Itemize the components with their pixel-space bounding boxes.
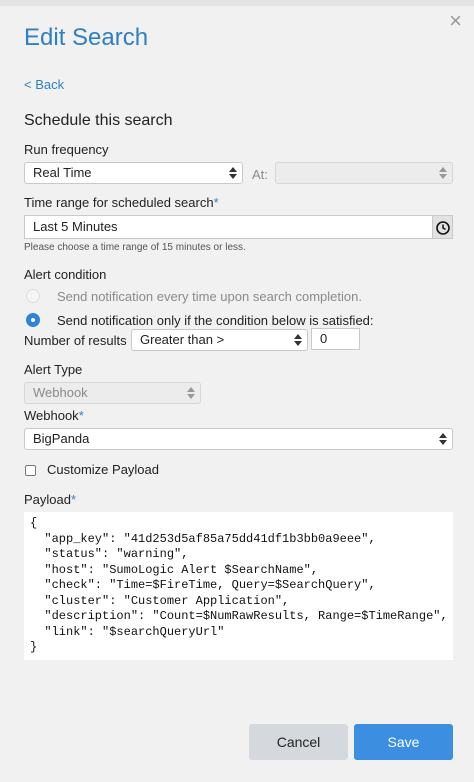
radio-every-time[interactable] [26,289,40,303]
payload-label: Payload* [24,492,76,507]
edit-search-dialog: × Edit Search < Back Schedule this searc… [0,6,474,782]
option-condition-label: Send notification only if the condition … [57,313,374,328]
run-frequency-value: Real Time [33,165,92,180]
run-frequency-select[interactable]: Real Time [24,162,243,184]
time-range-label-text: Time range for scheduled search [24,195,214,210]
payload-textarea[interactable]: { "app_key": "41d253d5af85a75dd41df1b3bb… [24,512,453,660]
webhook-label: Webhook* [24,408,84,423]
alert-condition-label: Alert condition [24,267,107,282]
save-button[interactable]: Save [354,724,453,760]
threshold-input[interactable]: 0 [311,328,360,350]
required-asterisk: * [78,408,84,423]
time-picker-button[interactable] [433,215,453,239]
schedule-section-title: Schedule this search [24,112,173,129]
comparison-select[interactable]: Greater than > [131,329,308,351]
customize-payload-label: Customize Payload [47,462,159,477]
select-arrows-icon [187,386,195,400]
comparison-value: Greater than > [140,332,225,347]
webhook-value: BigPanda [33,431,90,446]
alert-type-select[interactable]: Webhook [24,382,201,404]
option-every-time-label: Send notification every time upon search… [57,289,362,304]
back-link[interactable]: < Back [24,77,64,92]
time-range-hint: Please choose a time range of 15 minutes… [24,242,246,253]
at-select[interactable] [275,162,453,184]
payload-label-text: Payload [24,492,71,507]
alert-type-value: Webhook [33,385,88,400]
run-frequency-label: Run frequency [24,142,109,157]
select-arrows-icon [294,333,302,347]
at-label: At: [252,167,268,182]
number-of-results-label: Number of results [24,333,127,348]
select-arrows-icon [439,166,447,180]
clock-icon [436,221,450,235]
close-icon[interactable]: × [449,10,462,32]
select-arrows-icon [229,166,237,180]
cancel-button[interactable]: Cancel [249,724,348,760]
required-asterisk: * [70,492,77,507]
customize-payload-checkbox[interactable] [25,465,36,476]
radio-condition[interactable] [26,313,40,327]
dialog-title: Edit Search [24,24,149,51]
required-asterisk: * [213,195,219,210]
webhook-label-text: Webhook [24,408,79,423]
webhook-select[interactable]: BigPanda [24,428,453,450]
select-arrows-icon [439,432,447,446]
alert-type-label: Alert Type [24,362,83,377]
time-range-input[interactable]: Last 5 Minutes [24,215,433,239]
time-range-label: Time range for scheduled search* [24,195,219,210]
